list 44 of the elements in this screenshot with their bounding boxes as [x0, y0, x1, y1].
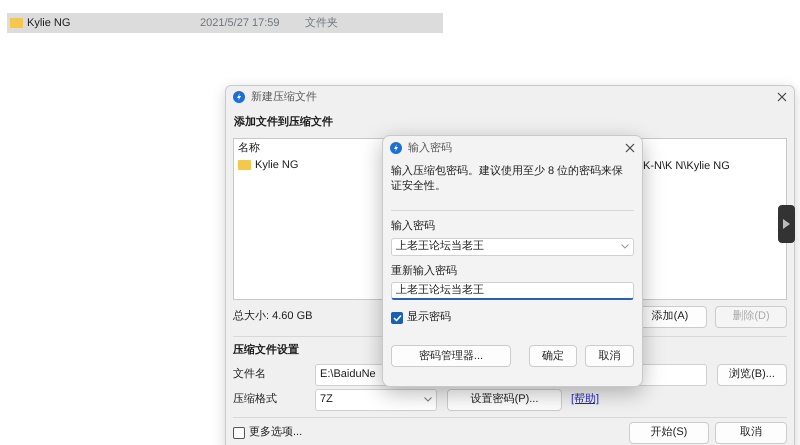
app-icon: [390, 142, 402, 154]
dialog-title: 新建压缩文件: [251, 90, 317, 104]
section-heading: 添加文件到压缩文件: [234, 116, 333, 128]
cancel-button[interactable]: 取消: [715, 422, 787, 444]
field-label: 文件名: [233, 367, 267, 382]
file-name: Kylie NG: [27, 16, 70, 30]
dialog-title: 输入密码: [408, 140, 452, 156]
format-select[interactable]: 7Z: [315, 388, 437, 411]
browse-button[interactable]: 浏览(B)...: [717, 364, 787, 386]
ok-button[interactable]: 确定: [529, 345, 577, 368]
list-item[interactable]: Kylie NG: [238, 158, 298, 173]
checkbox-label: 显示密码: [407, 310, 451, 326]
close-icon[interactable]: [777, 92, 787, 102]
play-icon: [783, 219, 790, 229]
help-link[interactable]: [帮助]: [571, 392, 600, 408]
app-icon: [233, 91, 245, 103]
item-name: Kylie NG: [255, 158, 298, 173]
password-combobox[interactable]: 上老王论坛当老王: [391, 238, 634, 256]
caret-icon: [424, 397, 432, 402]
caret-icon: [621, 244, 629, 250]
folder-icon: [238, 160, 251, 170]
description-text: 输入压缩包密码。建议使用至少 8 位的密码来保证安全性。: [391, 164, 624, 194]
close-icon[interactable]: [625, 143, 635, 153]
total-size: 总大小: 4.60 GB: [233, 309, 312, 324]
password-field[interactable]: 上老王论坛当老王: [391, 282, 634, 300]
field-label: 输入密码: [391, 218, 436, 234]
file-type: 文件夹: [305, 16, 338, 30]
checkbox[interactable]: [233, 426, 245, 439]
item-path: K-N\K N\Kylie NG: [643, 158, 730, 174]
file-modified: 2021/5/27 17:59: [200, 16, 281, 30]
checkbox[interactable]: [391, 312, 403, 324]
side-panel-toggle[interactable]: [778, 205, 795, 243]
folder-icon: [10, 18, 23, 28]
password-manager-button[interactable]: 密码管理器...: [391, 345, 511, 368]
field-label: 压缩格式: [233, 392, 278, 408]
column-header: 名称: [238, 142, 260, 154]
section-heading: 压缩文件设置: [233, 344, 299, 356]
checkbox-label: 更多选项...: [249, 425, 302, 440]
start-button[interactable]: 开始(S): [629, 422, 709, 444]
check-icon: [392, 314, 402, 322]
field-label: 重新输入密码: [391, 264, 458, 278]
cancel-button[interactable]: 取消: [585, 345, 634, 368]
set-password-button[interactable]: 设置密码(P)...: [447, 388, 562, 411]
file-row[interactable]: Kylie NG 2021/5/27 17:59 文件夹: [7, 13, 443, 33]
